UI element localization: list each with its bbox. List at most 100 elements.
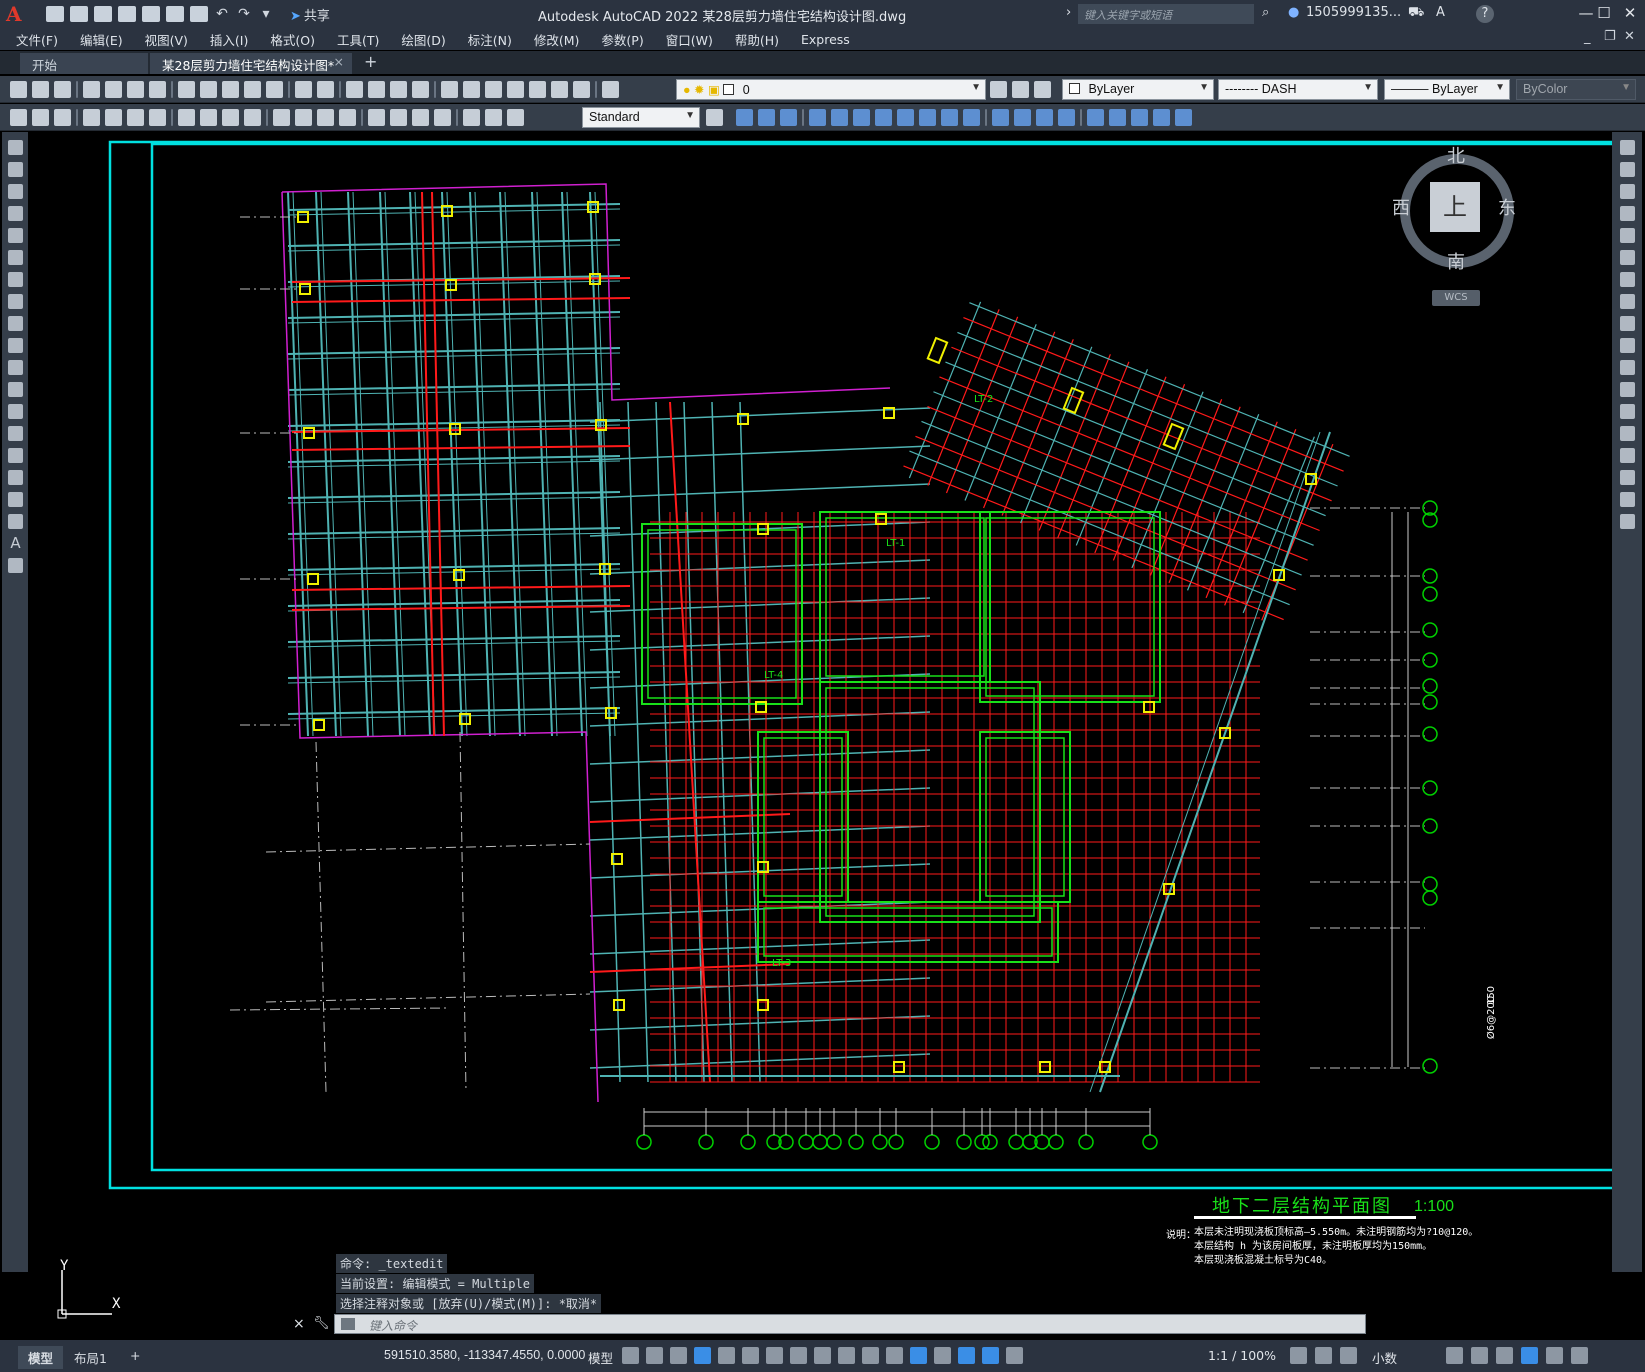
- tab-model[interactable]: 模型: [18, 1346, 64, 1369]
- customize-wrench-icon[interactable]: 🔧︎: [313, 1316, 330, 1331]
- dim-aligned-icon[interactable]: [32, 109, 49, 126]
- transparency-icon[interactable]: [838, 1347, 855, 1364]
- dim-jogged-radius-icon[interactable]: [200, 109, 217, 126]
- paste-icon[interactable]: [222, 81, 239, 98]
- autodesk-app-icon[interactable]: A: [1436, 5, 1445, 20]
- search-expand-icon[interactable]: ›: [1066, 5, 1071, 20]
- menu-dimension[interactable]: 标注(N): [468, 30, 512, 49]
- drawing-canvas[interactable]: 北 南 东 西 上 WCS 地下二层结构平面图 1:100 说明： 本层未注明现…: [30, 132, 1612, 1342]
- mirror-icon[interactable]: [780, 109, 797, 126]
- properties-icon[interactable]: [441, 81, 458, 98]
- polyline-icon[interactable]: [8, 184, 23, 199]
- redo-tool-icon[interactable]: [317, 81, 334, 98]
- make-current-icon[interactable]: [990, 81, 1007, 98]
- linetype-dropdown[interactable]: -------- DASH ▼: [1218, 79, 1378, 100]
- extend-palette-icon[interactable]: [1620, 360, 1635, 375]
- ellipse-icon[interactable]: [8, 338, 23, 353]
- menu-window[interactable]: 窗口(W): [666, 30, 713, 49]
- offset-palette-icon[interactable]: [1620, 206, 1635, 221]
- quickcalc-icon[interactable]: [551, 81, 568, 98]
- model-space-toggle[interactable]: 模型: [588, 1348, 613, 1367]
- copy-object-icon[interactable]: [758, 109, 775, 126]
- menu-tools[interactable]: 工具(T): [337, 30, 379, 49]
- 3d-rotate-palette-icon[interactable]: [1620, 514, 1635, 529]
- copy-palette-icon[interactable]: [1620, 162, 1635, 177]
- lineweight-icon[interactable]: [814, 1347, 831, 1364]
- minimize-button[interactable]: —: [1576, 4, 1596, 22]
- menu-view[interactable]: 视图(V): [145, 30, 188, 49]
- table-icon[interactable]: [8, 514, 23, 529]
- rotate-palette-icon[interactable]: [1620, 272, 1635, 287]
- save-icon[interactable]: [94, 6, 112, 22]
- customization-icon[interactable]: [1571, 1347, 1588, 1364]
- dim-text-edit-icon[interactable]: [485, 109, 502, 126]
- text-style-dropdown[interactable]: Standard ▼: [582, 107, 700, 128]
- erase-icon[interactable]: [736, 109, 753, 126]
- redo-icon[interactable]: ↷: [236, 6, 252, 22]
- workspace-gear-icon[interactable]: [1290, 1347, 1307, 1364]
- user-account[interactable]: 1505999135...: [1306, 5, 1401, 20]
- publish-icon[interactable]: [127, 81, 144, 98]
- command-line[interactable]: × 🔧︎ 键入命令: [293, 1314, 1366, 1334]
- menu-file[interactable]: 文件(F): [16, 30, 58, 49]
- quick-properties-icon[interactable]: [1446, 1347, 1463, 1364]
- jogged-linear-icon[interactable]: [434, 109, 451, 126]
- construction-line-icon[interactable]: [8, 162, 23, 177]
- draworder-icon[interactable]: [1131, 109, 1148, 126]
- mtext-icon[interactable]: A: [8, 536, 23, 551]
- graphics-performance-icon[interactable]: [1521, 1347, 1538, 1364]
- point-icon[interactable]: [8, 426, 23, 441]
- dim-angular-icon[interactable]: [244, 109, 261, 126]
- fillet-icon[interactable]: [1058, 109, 1075, 126]
- menu-modify[interactable]: 修改(M): [534, 30, 580, 49]
- selection-cycling-icon[interactable]: [862, 1347, 879, 1364]
- zoom-realtime-icon[interactable]: [368, 81, 385, 98]
- trim-icon[interactable]: [941, 109, 958, 126]
- dim-linear-icon[interactable]: [10, 109, 27, 126]
- annotation-monitor-icon[interactable]: [1315, 1347, 1332, 1364]
- search-icon[interactable]: ⌕: [1262, 5, 1269, 20]
- quick-dim-icon[interactable]: [273, 109, 290, 126]
- render-icon[interactable]: [149, 81, 166, 98]
- tab-start[interactable]: 开始: [20, 53, 148, 74]
- block-editor-icon[interactable]: [266, 81, 283, 98]
- undo-tool-icon[interactable]: [295, 81, 312, 98]
- markup-icon[interactable]: [529, 81, 546, 98]
- line-icon[interactable]: [8, 140, 23, 155]
- ortho-icon[interactable]: [694, 1347, 711, 1364]
- close-window-button[interactable]: ✕: [1620, 4, 1640, 22]
- menu-edit[interactable]: 编辑(E): [80, 30, 123, 49]
- zoom-window-icon[interactable]: [390, 81, 407, 98]
- hatch-icon[interactable]: [8, 448, 23, 463]
- dim-break-icon[interactable]: [339, 109, 356, 126]
- dim-space-icon[interactable]: [317, 109, 334, 126]
- dim-continue-icon[interactable]: [295, 109, 312, 126]
- revcloud-icon[interactable]: [8, 294, 23, 309]
- units-toggle-icon[interactable]: [1340, 1347, 1357, 1364]
- move-palette-icon[interactable]: [1620, 250, 1635, 265]
- cursor-coordinates[interactable]: 591510.3580, -113347.4550, 0.0000: [384, 1348, 585, 1362]
- menu-format[interactable]: 格式(O): [270, 30, 315, 49]
- isolate-objects-icon[interactable]: [1496, 1347, 1513, 1364]
- draworder-front-icon[interactable]: [1153, 109, 1170, 126]
- autocad-logo-icon[interactable]: A: [6, 3, 28, 25]
- dynamic-ucs-icon[interactable]: [910, 1347, 927, 1364]
- dim-style-icon[interactable]: [706, 109, 723, 126]
- doc-minimize-icon[interactable]: _: [1584, 30, 1591, 45]
- 3d-osnap-icon[interactable]: [886, 1347, 903, 1364]
- extend-icon[interactable]: [963, 109, 980, 126]
- save-as-icon[interactable]: [118, 6, 136, 22]
- cart-icon[interactable]: ⛟: [1408, 5, 1424, 22]
- dim-radius-icon[interactable]: [178, 109, 195, 126]
- viewcube-top-face[interactable]: 上: [1430, 182, 1480, 232]
- add-selected-icon[interactable]: [8, 558, 23, 573]
- share-button[interactable]: ➤ 共享: [290, 5, 330, 24]
- make-block-icon[interactable]: [8, 404, 23, 419]
- dim-ordinate-icon[interactable]: [105, 109, 122, 126]
- save-web-icon[interactable]: [166, 6, 184, 22]
- dim-arc-icon[interactable]: [54, 109, 71, 126]
- dim-diameter-icon[interactable]: [222, 109, 239, 126]
- copy-icon[interactable]: [200, 81, 217, 98]
- break-icon[interactable]: [992, 109, 1009, 126]
- object-snap-tracking-icon[interactable]: [766, 1347, 783, 1364]
